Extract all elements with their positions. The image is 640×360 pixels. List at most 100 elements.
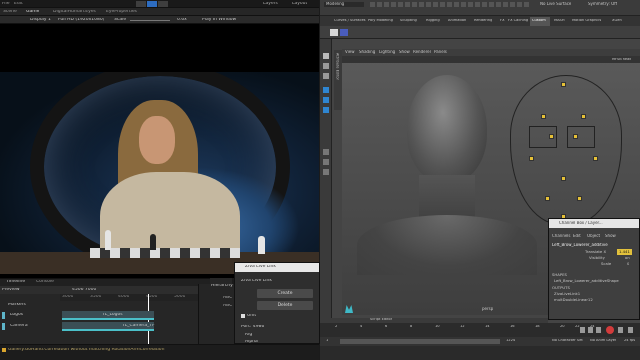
script-editor-label[interactable]: Script Editor (370, 318, 392, 322)
shelf-tab-custom[interactable]: Custom (530, 17, 550, 26)
shelf-tab[interactable]: FX Caching (508, 19, 528, 23)
head-model[interactable] (357, 75, 537, 275)
cb-row-scale[interactable]: Scale 0 (549, 261, 639, 267)
range-bar[interactable] (340, 339, 500, 344)
workspace-dropdown[interactable]: Modeling (324, 2, 364, 7)
step-button[interactable] (158, 1, 168, 7)
shelf-tab[interactable]: Rigging (426, 19, 440, 23)
go-end-button[interactable] (628, 327, 633, 333)
maya-command-line[interactable] (320, 346, 640, 360)
shelf-tab[interactable]: Poly Modeling (368, 19, 393, 23)
cb-attr-value[interactable]: on (625, 256, 630, 260)
ziva-row[interactable]: Rig (245, 333, 252, 338)
control-node[interactable] (545, 196, 550, 201)
cb-menu-show[interactable]: Show (605, 234, 616, 238)
shelf-icon[interactable] (340, 29, 348, 36)
stop-button[interactable] (606, 326, 614, 334)
control-node[interactable] (581, 114, 586, 119)
cb-menu-channels[interactable]: Channels (552, 234, 571, 238)
unity-menu-file[interactable]: File (2, 2, 10, 7)
hierarchy-item[interactable]: ABC (223, 296, 232, 301)
tab-timeline[interactable]: Timeline (6, 280, 25, 285)
symmetry-dropdown[interactable]: Symmetry: Off (588, 2, 617, 6)
tab-game[interactable]: Game (26, 10, 39, 15)
layers-dropdown[interactable]: Layers (263, 2, 278, 7)
ziva-row[interactable]: Alpha (245, 340, 258, 345)
hierarchy-tab[interactable]: Hierarchy (211, 284, 233, 289)
select-tool-icon[interactable] (323, 53, 329, 59)
layout-dropdown[interactable]: Layout (292, 2, 307, 7)
viewport-menu-lighting[interactable]: Lighting (379, 50, 395, 54)
shelf-tab[interactable]: Sculpting (400, 19, 417, 23)
unity-menu-edit[interactable]: Edit (14, 2, 23, 7)
delete-button[interactable]: Delete (257, 301, 313, 310)
timeline-clip[interactable]: TL_Logos (62, 311, 154, 320)
shelf-tab[interactable]: Rendering (474, 19, 492, 23)
resolution-dropdown[interactable]: Full HD (1920x1080) (58, 18, 104, 23)
shelf-tab[interactable]: Animation (448, 19, 466, 23)
layout-icon[interactable] (323, 159, 329, 165)
layout-icon[interactable] (323, 149, 329, 155)
cb-menu-edit[interactable]: Edit (573, 234, 581, 238)
tab-console[interactable]: Console (36, 280, 54, 285)
shelf-tab[interactable]: FX (500, 19, 505, 23)
tab-digitalhuman-eyes[interactable]: DigitalHuman.Eyes (53, 10, 96, 15)
shelf-icon[interactable] (330, 29, 338, 36)
eye-box-right[interactable] (567, 126, 595, 148)
cb-menu-object[interactable]: Object (587, 234, 600, 238)
cb-attr-value[interactable]: 1.441 (617, 249, 632, 255)
viewport-menu-view[interactable]: View (345, 50, 355, 54)
hierarchy-item[interactable]: ABC (223, 304, 232, 309)
character-set-dropdown[interactable]: No Character Set (552, 339, 583, 343)
control-node[interactable] (541, 114, 546, 119)
shelf-tab[interactable]: Motion Graphics (572, 19, 601, 23)
play-button[interactable] (136, 1, 146, 7)
control-node[interactable] (561, 176, 566, 181)
tab-scene[interactable]: Scene (3, 10, 17, 15)
paint-tool-icon[interactable] (323, 73, 329, 79)
rotate-tool-icon[interactable] (323, 97, 329, 103)
cb-node-name[interactable]: Left_Brow_Lowerer_additive (552, 243, 608, 247)
maya-time-slider[interactable]: 2 4 6 8 10 12 14 16 18 20 22 24 (320, 323, 640, 337)
play-forward-button[interactable] (618, 327, 623, 333)
range-end[interactable]: 1224 (506, 339, 515, 343)
scale-tool-icon[interactable] (323, 107, 329, 113)
scale-slider[interactable] (130, 20, 170, 21)
preview-button[interactable]: Preview (2, 288, 20, 293)
timeline-clip[interactable]: TL_Camera_TF (62, 322, 155, 331)
create-button[interactable]: Create (257, 289, 313, 298)
shelf-tab[interactable]: MASH (554, 19, 565, 23)
play-back-button[interactable] (596, 327, 601, 333)
display-dropdown[interactable]: Display 1 (30, 18, 51, 23)
cb-attr-value[interactable]: 0 (627, 262, 629, 266)
control-node[interactable] (577, 196, 582, 201)
game-view[interactable] (0, 24, 319, 278)
play-in-window-dropdown[interactable]: Play In Window (202, 18, 236, 23)
tab-eyeproperties[interactable]: EyeProperties (106, 10, 137, 15)
viewport-menu-panels[interactable]: Panels (434, 50, 447, 54)
cb-output-item[interactable]: ZivaLiveLink1 (554, 292, 580, 296)
unit-checkbox[interactable] (241, 314, 245, 318)
move-tool-icon[interactable] (323, 87, 329, 93)
frame-counter[interactable]: 4506 7000 (72, 288, 96, 293)
lasso-tool-icon[interactable] (323, 63, 329, 69)
viewport-menu-renderer[interactable]: Renderer (413, 50, 431, 54)
fps-dropdown[interactable]: 24 fps (624, 339, 635, 343)
control-node[interactable] (529, 156, 534, 161)
pause-button[interactable] (147, 1, 157, 7)
anim-layer-dropdown[interactable]: No Anim Layer (590, 339, 616, 343)
no-live-surface[interactable]: No Live Surface (540, 2, 571, 6)
viewport-menu-shading[interactable]: Shading (359, 50, 375, 54)
shelf-tab[interactable]: Curves / Surfaces (334, 19, 366, 23)
shelf-tab[interactable]: XGen (612, 19, 622, 23)
control-node[interactable] (593, 156, 598, 161)
go-start-button[interactable] (580, 327, 585, 333)
range-start[interactable]: 1 (326, 339, 328, 343)
eye-box-left[interactable] (529, 126, 557, 148)
layout-icon[interactable] (323, 169, 329, 175)
control-node[interactable] (561, 82, 566, 87)
viewport-menu-show[interactable]: Show (399, 50, 410, 54)
face-control-panel[interactable] (510, 75, 622, 225)
cb-shape-name[interactable]: Left_Brow_Lowerer_additiveShape (554, 279, 619, 283)
attribute-editor-side-tab[interactable]: Attribute Editor (334, 50, 342, 110)
